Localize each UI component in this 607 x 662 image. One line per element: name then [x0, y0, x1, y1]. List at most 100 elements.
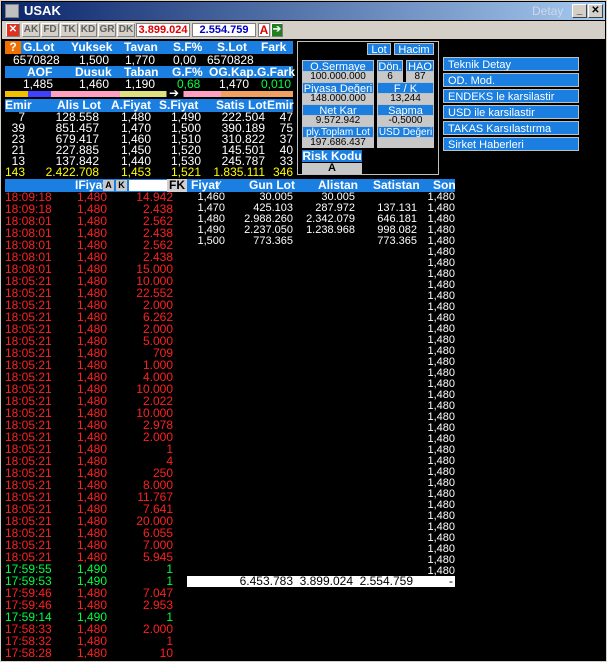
endeks-compare-button[interactable]: ENDEKS le karsilastir — [443, 89, 579, 103]
depth-cell: 1,521 — [170, 165, 201, 179]
takas-compare-button[interactable]: TAKAS Karsılastırma — [443, 121, 579, 135]
usd-value — [377, 138, 434, 148]
volume-row[interactable]: 1,500 773.365 773.365 1,480 — [187, 236, 455, 247]
info-panel: Lot Hacim O.Sermaye 100.000.000 Dön. 6 H… — [297, 41, 439, 175]
volume-row[interactable]: 1,480 — [187, 258, 455, 269]
trades-a-button[interactable]: A — [103, 180, 114, 191]
piyasa-value: 148.000.000 — [302, 94, 374, 104]
volume-row[interactable]: 1,480 — [187, 280, 455, 291]
volume-row[interactable]: 1,480 — [187, 269, 455, 280]
trade-lot: 1 — [166, 562, 173, 576]
hacim-button[interactable]: Hacim — [394, 43, 434, 56]
volume-row[interactable]: 1,480 — [187, 324, 455, 335]
trade-row[interactable]: 17:58:28 1,480 10 — [5, 646, 187, 658]
sirket-haberleri-button[interactable]: Sirket Haberleri — [443, 137, 579, 151]
toplam-lot-label: ply.Toplam Lot — [302, 126, 374, 138]
tb-dk-button[interactable]: DK — [117, 23, 135, 37]
don-label: Dön. — [377, 60, 403, 73]
o-sermaye-value: 100.000.000 — [302, 72, 374, 82]
window-title: USAK — [24, 3, 61, 18]
trades-k-button[interactable]: K — [116, 180, 127, 191]
teknik-detay-button[interactable]: Teknik Detay — [443, 57, 579, 71]
vol-total-alistan: 3.899.024 — [299, 574, 353, 588]
volume-row[interactable]: 1,480 — [187, 247, 455, 258]
o-sermaye-label: O.Sermaye — [302, 60, 374, 73]
od-mod-button[interactable]: OD. Mod. — [443, 73, 579, 87]
volume-row[interactable]: 1,480 — [187, 412, 455, 423]
volume-row[interactable]: 1,480 — [187, 478, 455, 489]
trade-lot: 5.945 — [142, 550, 173, 564]
depth-cell: 143 — [5, 165, 26, 179]
volume-row[interactable]: 1,480 — [187, 555, 455, 566]
minimize-button[interactable]: _ — [572, 4, 587, 18]
vol-hdr-alistan: Alistan — [318, 178, 359, 192]
volume-row[interactable]: 1,480 — [187, 522, 455, 533]
usd-compare-button[interactable]: USD ile karsilastir — [443, 105, 579, 119]
volume-header: Fiyat ⁄ Gun Lot Alistan Satistan Son — [187, 178, 456, 192]
val-taban: 1,190 — [125, 77, 156, 91]
val-aof: 1,485 — [23, 77, 54, 91]
volume-row[interactable]: 1,480 — [187, 313, 455, 324]
volume-row[interactable]: 1,480 — [187, 368, 455, 379]
vol-total-gunlot: 6.453.783 — [239, 574, 293, 588]
piyasa-label: Piyasa Değeri — [302, 82, 374, 95]
toolbar-badge: A — [258, 23, 270, 37]
volume-row[interactable]: 1,480 — [187, 489, 455, 500]
tb-ak-button[interactable]: AK — [22, 23, 40, 37]
vol-total-son: - — [449, 574, 453, 588]
title-bar[interactable]: USAK Detay _ ✕ — [2, 2, 605, 20]
volume-row[interactable]: 1,480 — [187, 335, 455, 346]
trades-fk-button[interactable]: FK — [167, 179, 187, 192]
tb-gr-button[interactable]: GR — [98, 23, 116, 37]
trade-lot: 2.000 — [142, 430, 173, 444]
volume-row[interactable]: 1,480 — [187, 544, 455, 555]
volume-row[interactable]: 1,480 — [187, 456, 455, 467]
val-dusuk: 1,460 — [79, 77, 110, 91]
volume-row[interactable]: 1,480 — [187, 500, 455, 511]
vol-hdr-satistan: Satistan — [373, 178, 420, 192]
volume-row[interactable]: 1,480 — [187, 434, 455, 445]
volume-row[interactable]: 1,480 — [187, 302, 455, 313]
depth-cell: 346 — [272, 165, 293, 179]
volume-row[interactable]: 1,480 — [187, 346, 455, 357]
volume-cell: 1,500 — [197, 235, 225, 247]
netkar-value: 9.572.942 — [302, 116, 374, 126]
volume-row[interactable]: 1,480 — [187, 533, 455, 544]
trades-table: 18:09:18 1,480 14.942 18:09:18 1,480 2.438 18:… — [5, 192, 187, 658]
close-button[interactable]: ✕ — [588, 4, 603, 18]
lot-button[interactable]: Lot — [367, 43, 391, 56]
volume-row[interactable]: 1,480 — [187, 390, 455, 401]
close-small-icon[interactable]: ✕ — [6, 23, 20, 37]
val-gfark: 0,010 — [261, 77, 292, 91]
tb-kd-button[interactable]: KD — [79, 23, 97, 37]
trade-price: 1,480 — [76, 646, 107, 658]
volume-row[interactable]: 1,480 — [187, 511, 455, 522]
toolbar: ✕ AK FD TK KD GR DK 3.899.024 2.554.759 … — [2, 21, 605, 39]
volume-row[interactable]: 1,480 — [187, 423, 455, 434]
depth-cell: 1,453 — [120, 165, 151, 179]
fk-label: F / K — [377, 82, 434, 95]
detay-label[interactable]: Detay — [532, 4, 563, 18]
volume-row[interactable]: 1,480 — [187, 291, 455, 302]
price-range-strip — [5, 91, 293, 97]
tb-tk-button[interactable]: TK — [60, 23, 78, 37]
hao-label: HAO — [406, 60, 434, 73]
volume-row[interactable]: 1,480 — [187, 445, 455, 456]
depth-table: 7 128.558 1,480 1,490 222.504 47 39 851.457 1,47… — [5, 111, 293, 179]
vol-hdr-fiyat: Fiyat — [191, 178, 220, 192]
volume-totals: 6.453.783 3.899.024 2.554.759 - — [187, 574, 455, 588]
tb-fd-button[interactable]: FD — [41, 23, 59, 37]
sort-icon[interactable]: ⁄ — [218, 179, 220, 192]
volume-cell: 773.365 — [253, 235, 293, 247]
trade-lot: 2.953 — [142, 598, 173, 612]
trade-lot: 1 — [166, 442, 173, 456]
sapma-value: -0,5000 — [377, 116, 434, 126]
hdr-fark: Fark — [261, 40, 287, 54]
volume-row[interactable]: 1,480 — [187, 379, 455, 390]
trades-filter-input[interactable] — [129, 180, 167, 191]
trade-lot: 10 — [159, 646, 173, 658]
volume-row[interactable]: 1,480 — [187, 467, 455, 478]
arrow-right-icon[interactable]: ➔ — [271, 23, 283, 37]
volume-row[interactable]: 1,480 — [187, 357, 455, 368]
volume-row[interactable]: 1,480 — [187, 401, 455, 412]
